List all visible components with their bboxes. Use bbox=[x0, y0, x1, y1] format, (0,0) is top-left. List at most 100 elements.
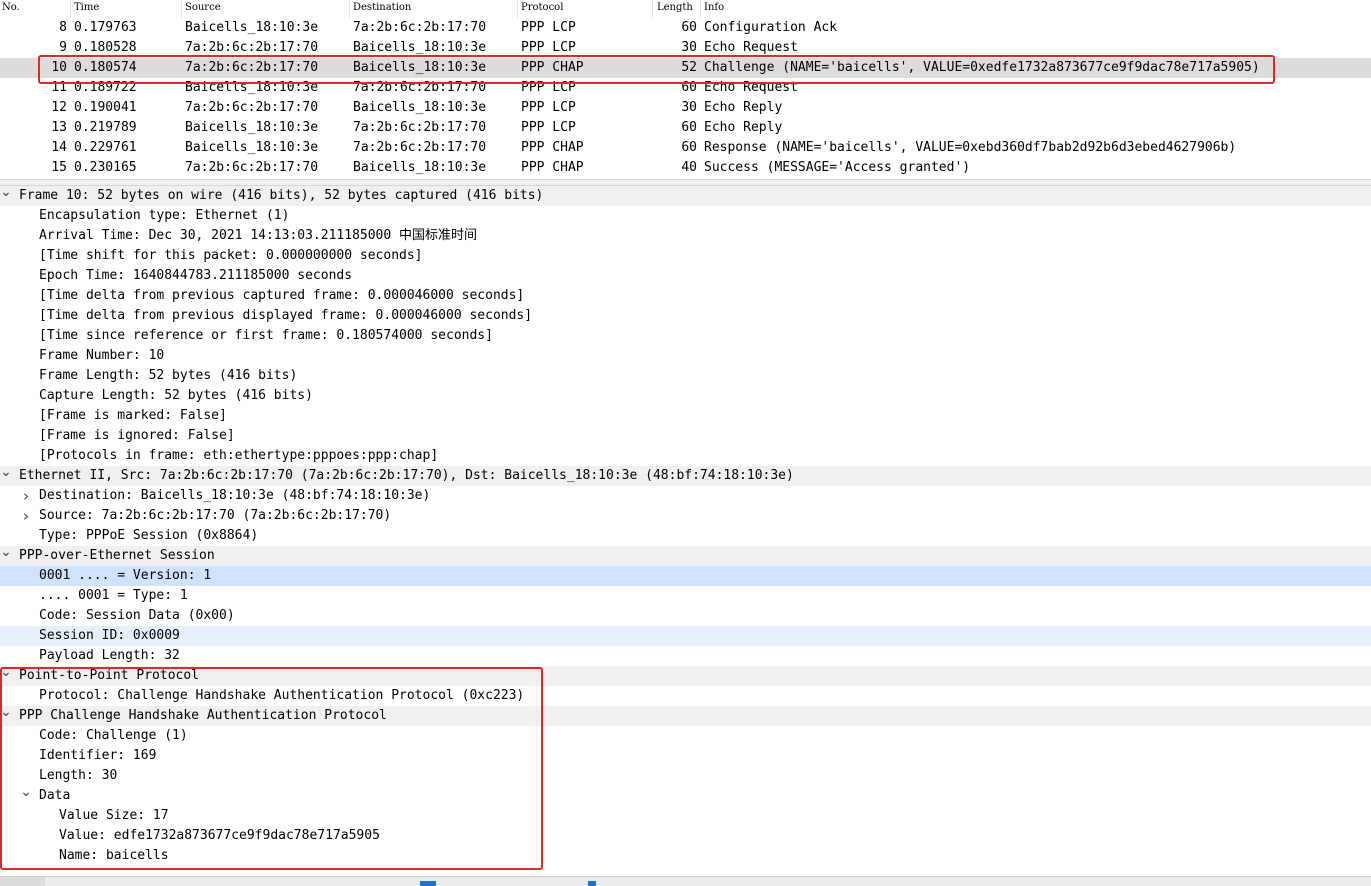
tree-section-header[interactable]: ⌄ Point-to-Point Protocol bbox=[0, 664, 1371, 686]
chevron-right-icon[interactable]: › bbox=[20, 508, 32, 524]
tree-field[interactable]: Encapsulation type: Ethernet (1) bbox=[0, 206, 1371, 226]
tree-field[interactable]: Protocol: Challenge Handshake Authentica… bbox=[0, 686, 1371, 706]
packet-length-cell: 60 bbox=[681, 140, 697, 155]
scroll-region[interactable] bbox=[0, 877, 45, 886]
chevron-down-icon[interactable]: ⌄ bbox=[0, 464, 12, 480]
packet-row[interactable]: 12 0.190041 7a:2b:6c:2b:17:70 Baicells_18:1… bbox=[0, 98, 1371, 118]
tree-field[interactable]: [Time delta from previous displayed fram… bbox=[0, 306, 1371, 326]
tree-section-header[interactable]: ⌄ PPP-over-Ethernet Session bbox=[0, 544, 1371, 566]
packet-list[interactable]: No. Time Source Destination Protocol Len… bbox=[0, 0, 1371, 180]
packet-length-cell: 52 bbox=[681, 60, 697, 75]
packet-list-header: No. Time Source Destination Protocol Len… bbox=[0, 0, 1371, 18]
packet-row[interactable]: 14 0.229761 Baicells_18:10:3e 7a:2b:6c:2b:1… bbox=[0, 138, 1371, 158]
column-header-info[interactable]: Info bbox=[704, 2, 724, 13]
tree-field[interactable]: › Destination: Baicells_18:10:3e (48:bf:7… bbox=[0, 486, 1371, 506]
column-separator[interactable] bbox=[652, 0, 653, 18]
tree-field[interactable]: Session ID: 0x0009 bbox=[0, 626, 1371, 646]
packet-info-cell: Echo Request bbox=[704, 40, 798, 55]
packet-row[interactable]: 8 0.179763 Baicells_18:10:3e 7a:2b:6c:2b:17… bbox=[0, 18, 1371, 38]
tree-field[interactable]: Epoch Time: 1640844783.211185000 seconds bbox=[0, 266, 1371, 286]
packet-info-cell: Echo Reply bbox=[704, 120, 783, 135]
pane-splitter[interactable] bbox=[0, 179, 1371, 186]
tree-item-label: Value Size: 17 bbox=[59, 808, 169, 823]
column-header-length[interactable]: Length bbox=[657, 2, 693, 13]
chevron-down-icon[interactable]: ⌄ bbox=[0, 704, 12, 720]
column-separator[interactable] bbox=[349, 0, 350, 18]
column-separator[interactable] bbox=[517, 0, 518, 18]
tree-field[interactable]: Arrival Time: Dec 30, 2021 14:13:03.2111… bbox=[0, 226, 1371, 246]
tree-field[interactable]: Value: edfe1732a873677ce9f9dac78e717a590… bbox=[0, 826, 1371, 846]
tree-item-label: Frame Number: 10 bbox=[39, 348, 165, 363]
packet-row[interactable]: 10 0.180574 7a:2b:6c:2b:17:70 Baicells_18:1… bbox=[0, 58, 1371, 78]
tree-field[interactable]: 0001 .... = Version: 1 bbox=[0, 566, 1371, 586]
tree-field[interactable]: Code: Challenge (1) bbox=[0, 726, 1371, 746]
tree-field[interactable]: ⌄ Data bbox=[0, 784, 1371, 806]
tree-field[interactable]: [Protocols in frame: eth:ethertype:pppoe… bbox=[0, 446, 1371, 466]
tree-field[interactable]: [Time shift for this packet: 0.000000000… bbox=[0, 246, 1371, 266]
column-header-source[interactable]: Source bbox=[185, 2, 221, 13]
column-separator[interactable] bbox=[181, 0, 182, 18]
chevron-down-icon[interactable]: ⌄ bbox=[0, 184, 12, 200]
byte-selection-marker bbox=[588, 881, 596, 886]
tree-item-label: Value: edfe1732a873677ce9f9dac78e717a590… bbox=[59, 828, 380, 843]
tree-item-label: PPP-over-Ethernet Session bbox=[19, 548, 215, 563]
packet-details-tree[interactable]: ⌄ Frame 10: 52 bytes on wire (416 bits), … bbox=[0, 184, 1371, 870]
tree-field[interactable]: [Time since reference or first frame: 0.… bbox=[0, 326, 1371, 346]
tree-field[interactable]: Type: PPPoE Session (0x8864) bbox=[0, 526, 1371, 546]
tree-field[interactable]: Frame Number: 10 bbox=[0, 346, 1371, 366]
tree-field[interactable]: Identifier: 169 bbox=[0, 746, 1371, 766]
tree-item-label: Name: baicells bbox=[59, 848, 169, 863]
tree-field[interactable]: Payload Length: 32 bbox=[0, 646, 1371, 666]
tree-field[interactable]: [Frame is marked: False] bbox=[0, 406, 1371, 426]
tree-field[interactable]: Code: Session Data (0x00) bbox=[0, 606, 1371, 626]
tree-item-label: Length: 30 bbox=[39, 768, 118, 783]
tree-field[interactable]: Value Size: 17 bbox=[0, 806, 1371, 826]
tree-field[interactable]: › Source: 7a:2b:6c:2b:17:70 (7a:2b:6c:2b:… bbox=[0, 506, 1371, 526]
packet-info-cell: Echo Request bbox=[704, 80, 798, 95]
tree-item-label: [Time delta from previous displayed fram… bbox=[39, 308, 533, 323]
packet-length-cell: 60 bbox=[681, 80, 697, 95]
tree-item-label: PPP Challenge Handshake Authentication P… bbox=[19, 708, 387, 723]
tree-item-label: Destination: Baicells_18:10:3e (48:bf:74… bbox=[39, 488, 431, 503]
column-header-destination[interactable]: Destination bbox=[353, 2, 411, 13]
tree-field[interactable]: Length: 30 bbox=[0, 766, 1371, 786]
tree-field[interactable]: .... 0001 = Type: 1 bbox=[0, 586, 1371, 606]
tree-item-label: Encapsulation type: Ethernet (1) bbox=[39, 208, 290, 223]
column-header-time[interactable]: Time bbox=[74, 2, 99, 13]
chevron-down-icon[interactable]: ⌄ bbox=[0, 664, 12, 680]
column-separator[interactable] bbox=[70, 0, 71, 18]
packet-info-cell: Success (MESSAGE='Access granted') bbox=[704, 160, 971, 175]
tree-field[interactable]: Capture Length: 52 bytes (416 bits) bbox=[0, 386, 1371, 406]
packet-length-cell: 30 bbox=[681, 100, 697, 115]
tree-section-header[interactable]: ⌄ PPP Challenge Handshake Authentication … bbox=[0, 704, 1371, 726]
tree-item-label: Payload Length: 32 bbox=[39, 648, 180, 663]
column-separator[interactable] bbox=[700, 0, 701, 18]
tree-item-label: Point-to-Point Protocol bbox=[19, 668, 200, 683]
column-header-protocol[interactable]: Protocol bbox=[521, 2, 563, 13]
packet-row[interactable]: 11 0.189722 Baicells_18:10:3e 7a:2b:6c:2b:1… bbox=[0, 78, 1371, 98]
tree-item-label: Protocol: Challenge Handshake Authentica… bbox=[39, 688, 525, 703]
packet-row[interactable]: 15 0.230165 7a:2b:6c:2b:17:70 Baicells_18:1… bbox=[0, 158, 1371, 178]
chevron-down-icon[interactable]: ⌄ bbox=[20, 784, 32, 800]
tree-field[interactable]: Name: baicells bbox=[0, 846, 1371, 866]
tree-item-label: [Protocols in frame: eth:ethertype:pppoe… bbox=[39, 448, 439, 463]
tree-item-label: Identifier: 169 bbox=[39, 748, 157, 763]
tree-section-header[interactable]: ⌄ Frame 10: 52 bytes on wire (416 bits), … bbox=[0, 184, 1371, 206]
chevron-down-icon[interactable]: ⌄ bbox=[0, 544, 12, 560]
packet-length-cell: 60 bbox=[681, 120, 697, 135]
chevron-right-icon[interactable]: › bbox=[20, 488, 32, 504]
column-header-no[interactable]: No. bbox=[2, 2, 20, 13]
tree-item-label: Ethernet II, Src: 7a:2b:6c:2b:17:70 (7a:… bbox=[19, 468, 794, 483]
packet-row[interactable]: 9 0.180528 7a:2b:6c:2b:17:70 Baicells_18:10… bbox=[0, 38, 1371, 58]
tree-field[interactable]: [Frame is ignored: False] bbox=[0, 426, 1371, 446]
packet-length-cell: 40 bbox=[681, 160, 697, 175]
tree-item-label: Session ID: 0x0009 bbox=[39, 628, 180, 643]
tree-item-label: [Frame is ignored: False] bbox=[39, 428, 235, 443]
tree-item-label: [Frame is marked: False] bbox=[39, 408, 227, 423]
packet-row[interactable]: 13 0.219789 Baicells_18:10:3e 7a:2b:6c:2b:1… bbox=[0, 118, 1371, 138]
tree-field[interactable]: Frame Length: 52 bytes (416 bits) bbox=[0, 366, 1371, 386]
packet-info-cell: Response (NAME='baicells', VALUE=0xebd36… bbox=[704, 140, 1237, 155]
tree-item-label: Data bbox=[39, 788, 71, 803]
tree-field[interactable]: [Time delta from previous captured frame… bbox=[0, 286, 1371, 306]
tree-section-header[interactable]: ⌄ Ethernet II, Src: 7a:2b:6c:2b:17:70 (7a… bbox=[0, 464, 1371, 486]
